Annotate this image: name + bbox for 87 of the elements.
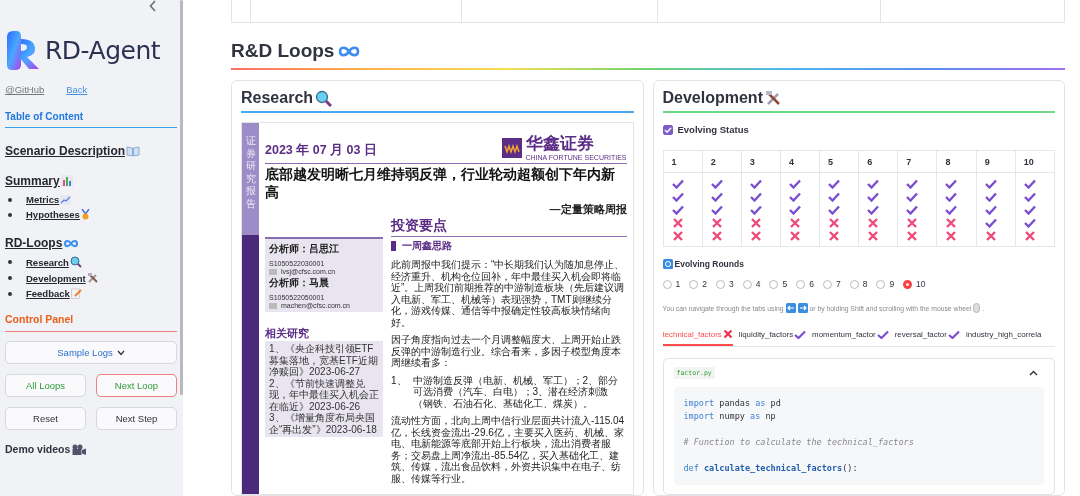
refresh-icon: [662, 259, 673, 269]
table-header-cell: 10: [1015, 150, 1055, 173]
analyst-name: 分析师：马晨: [269, 276, 329, 290]
left-arrow-icon: [785, 303, 796, 313]
radio-option[interactable]: 10: [903, 279, 926, 289]
related-research-heading: 相关研究: [265, 326, 310, 341]
bar-chart-icon: [60, 175, 73, 187]
toc-link[interactable]: Hypotheses: [26, 209, 80, 220]
control-button[interactable]: Reset: [5, 407, 86, 430]
logo-icon: [5, 29, 41, 71]
toc-link[interactable]: Development: [26, 272, 86, 284]
toc-heading: Table of Content: [5, 111, 177, 128]
search-icon: [315, 89, 333, 107]
chevron-up-icon[interactable]: [1029, 370, 1038, 376]
report-subtitle: —定量策略周报: [548, 202, 627, 217]
brand-logo-icon: [501, 138, 522, 159]
evolving-rounds-label: Evolving Rounds: [674, 259, 744, 269]
movie-camera-icon: [72, 443, 87, 455]
bar-marker-icon: [391, 241, 396, 251]
line-chart-icon: [60, 194, 72, 205]
brand-name: 华鑫证券: [525, 135, 595, 154]
github-link[interactable]: @GitHub: [5, 84, 45, 95]
table-header-cell: 2: [702, 150, 742, 173]
related-research-item: 1、《央企科技引领ETF募集落地，宽基ETF近期净赎回》2023-06-27: [269, 343, 379, 378]
table-header-cell: 9: [976, 150, 1016, 173]
sample-logs-dropdown[interactable]: Sample Logs: [5, 341, 177, 364]
scrollbar[interactable]: [180, 0, 183, 395]
chevron-down-icon: [116, 349, 125, 356]
report-paragraph: 流动性方面，北向上周中信行业层面共计流入-115.04亿，长线资金流出-29.6亿，主要买入医药、机械、家电、电新能源等底部开始上行板块，流出消费者服务；交易盘上周净流出-85.54亿，买入基础化工、建筑、传媒，流出食品饮料，外资共识集中在电子、纺服、传媒等行业。: [391, 415, 626, 484]
list-number: 1、: [391, 374, 407, 388]
mail-icon: [269, 302, 277, 309]
control-button[interactable]: All Loops: [5, 374, 86, 397]
mouse-icon: [973, 303, 981, 313]
related-research-item: 2、《节前快速调整兑现，年中最佳买入机会正在临近》2023-06-26: [269, 377, 379, 412]
list-item-text: 中游制造反弹（电新、机械、军工）；2、部分可选消费（汽车、白电）；3、潜在经济刺激（钢铁、石油石化、基础化工、煤炭）。: [412, 374, 620, 409]
tools-icon: [86, 272, 99, 284]
control-panel-heading: Control Panel: [5, 313, 177, 332]
table-header-cell: 3: [741, 150, 781, 173]
section-title: R&D Loops: [231, 40, 335, 62]
bullet-icon: [8, 291, 12, 296]
table-header-cell: 7: [897, 150, 937, 173]
analyst-name: 分析师：吕思江: [269, 242, 339, 256]
toc-link[interactable]: RD-Loops: [5, 236, 63, 250]
bullet-icon: [8, 260, 12, 264]
code-line: # Function to calculate the technical_factors: [683, 436, 915, 449]
demo-videos-label: Demo videos: [5, 443, 71, 455]
toc-link[interactable]: Scenario Description: [5, 144, 126, 158]
related-research-item: 3、《增量角度布局央国企“再出发”》2023-06-18: [269, 412, 378, 435]
control-button[interactable]: Next Step: [96, 407, 177, 430]
tools-icon: [764, 89, 782, 107]
code-line: def calculate_technical_factors():: [683, 462, 859, 475]
app-title: RD-Agent: [45, 35, 161, 65]
key-points-heading: 投资要点: [391, 217, 627, 237]
toc-link[interactable]: Feedback: [26, 288, 70, 299]
search-icon: [69, 256, 82, 268]
card-title: Research: [241, 89, 314, 107]
checkbox-label: Evolving Status: [677, 124, 749, 135]
table-header-cell: 6: [858, 150, 898, 173]
chevron-left-icon[interactable]: [149, 0, 157, 12]
report-type-label: 证券研究报告: [245, 135, 256, 211]
code-line: import numpy as np: [683, 410, 777, 423]
table-header-cell: 1: [663, 150, 703, 173]
report-date: 2023 年 07 月 03 日: [265, 142, 377, 159]
table-header-cell: 4: [780, 150, 820, 173]
memo-icon: [70, 288, 82, 299]
table-header-cell: 5: [819, 150, 859, 173]
code-line: import pandas as pd: [683, 397, 782, 410]
table-header-cell: 8: [937, 150, 977, 173]
medal-icon: [80, 209, 90, 220]
book-icon: [126, 145, 141, 157]
control-button[interactable]: Next Loop: [96, 374, 177, 397]
report-paragraph: 此前周报中我们提示：“中长期我们认为随加息停止、经济重升、机构仓位回补，年中最佳买入机会即将临近”。上周我们前期推荐的中游制造板块（先后建议调入电新、军工、机械等）表现强势，TMT则继续分化，游戏传媒、通信等中报确定性较高板块情绪向好。: [391, 259, 626, 328]
mail-icon: [269, 268, 277, 275]
right-arrow-icon: [797, 303, 808, 313]
report-paragraph: 因子角度指向过去一个月调整幅度大、上周开始止跌反弹的中游制造行业。综合看来，多因子模型角度本周继续看多：: [391, 334, 622, 369]
toc-link[interactable]: Metrics: [26, 194, 60, 205]
infinity-icon: [338, 44, 361, 58]
key-points-subheading: 一周鑫思路: [402, 239, 452, 253]
toc-link[interactable]: Summary: [5, 174, 60, 188]
bullet-icon: [8, 276, 12, 280]
bullet-icon: [8, 197, 12, 202]
card-title: Development: [662, 89, 763, 107]
infinity-icon: [63, 238, 80, 248]
bullet-icon: [8, 212, 12, 217]
report-title: 底部越发明晰七月维持弱反弹，行业轮动超额创下年内新高: [265, 166, 616, 201]
checkbox[interactable]: [662, 124, 673, 135]
toc-link[interactable]: Research: [26, 256, 69, 268]
